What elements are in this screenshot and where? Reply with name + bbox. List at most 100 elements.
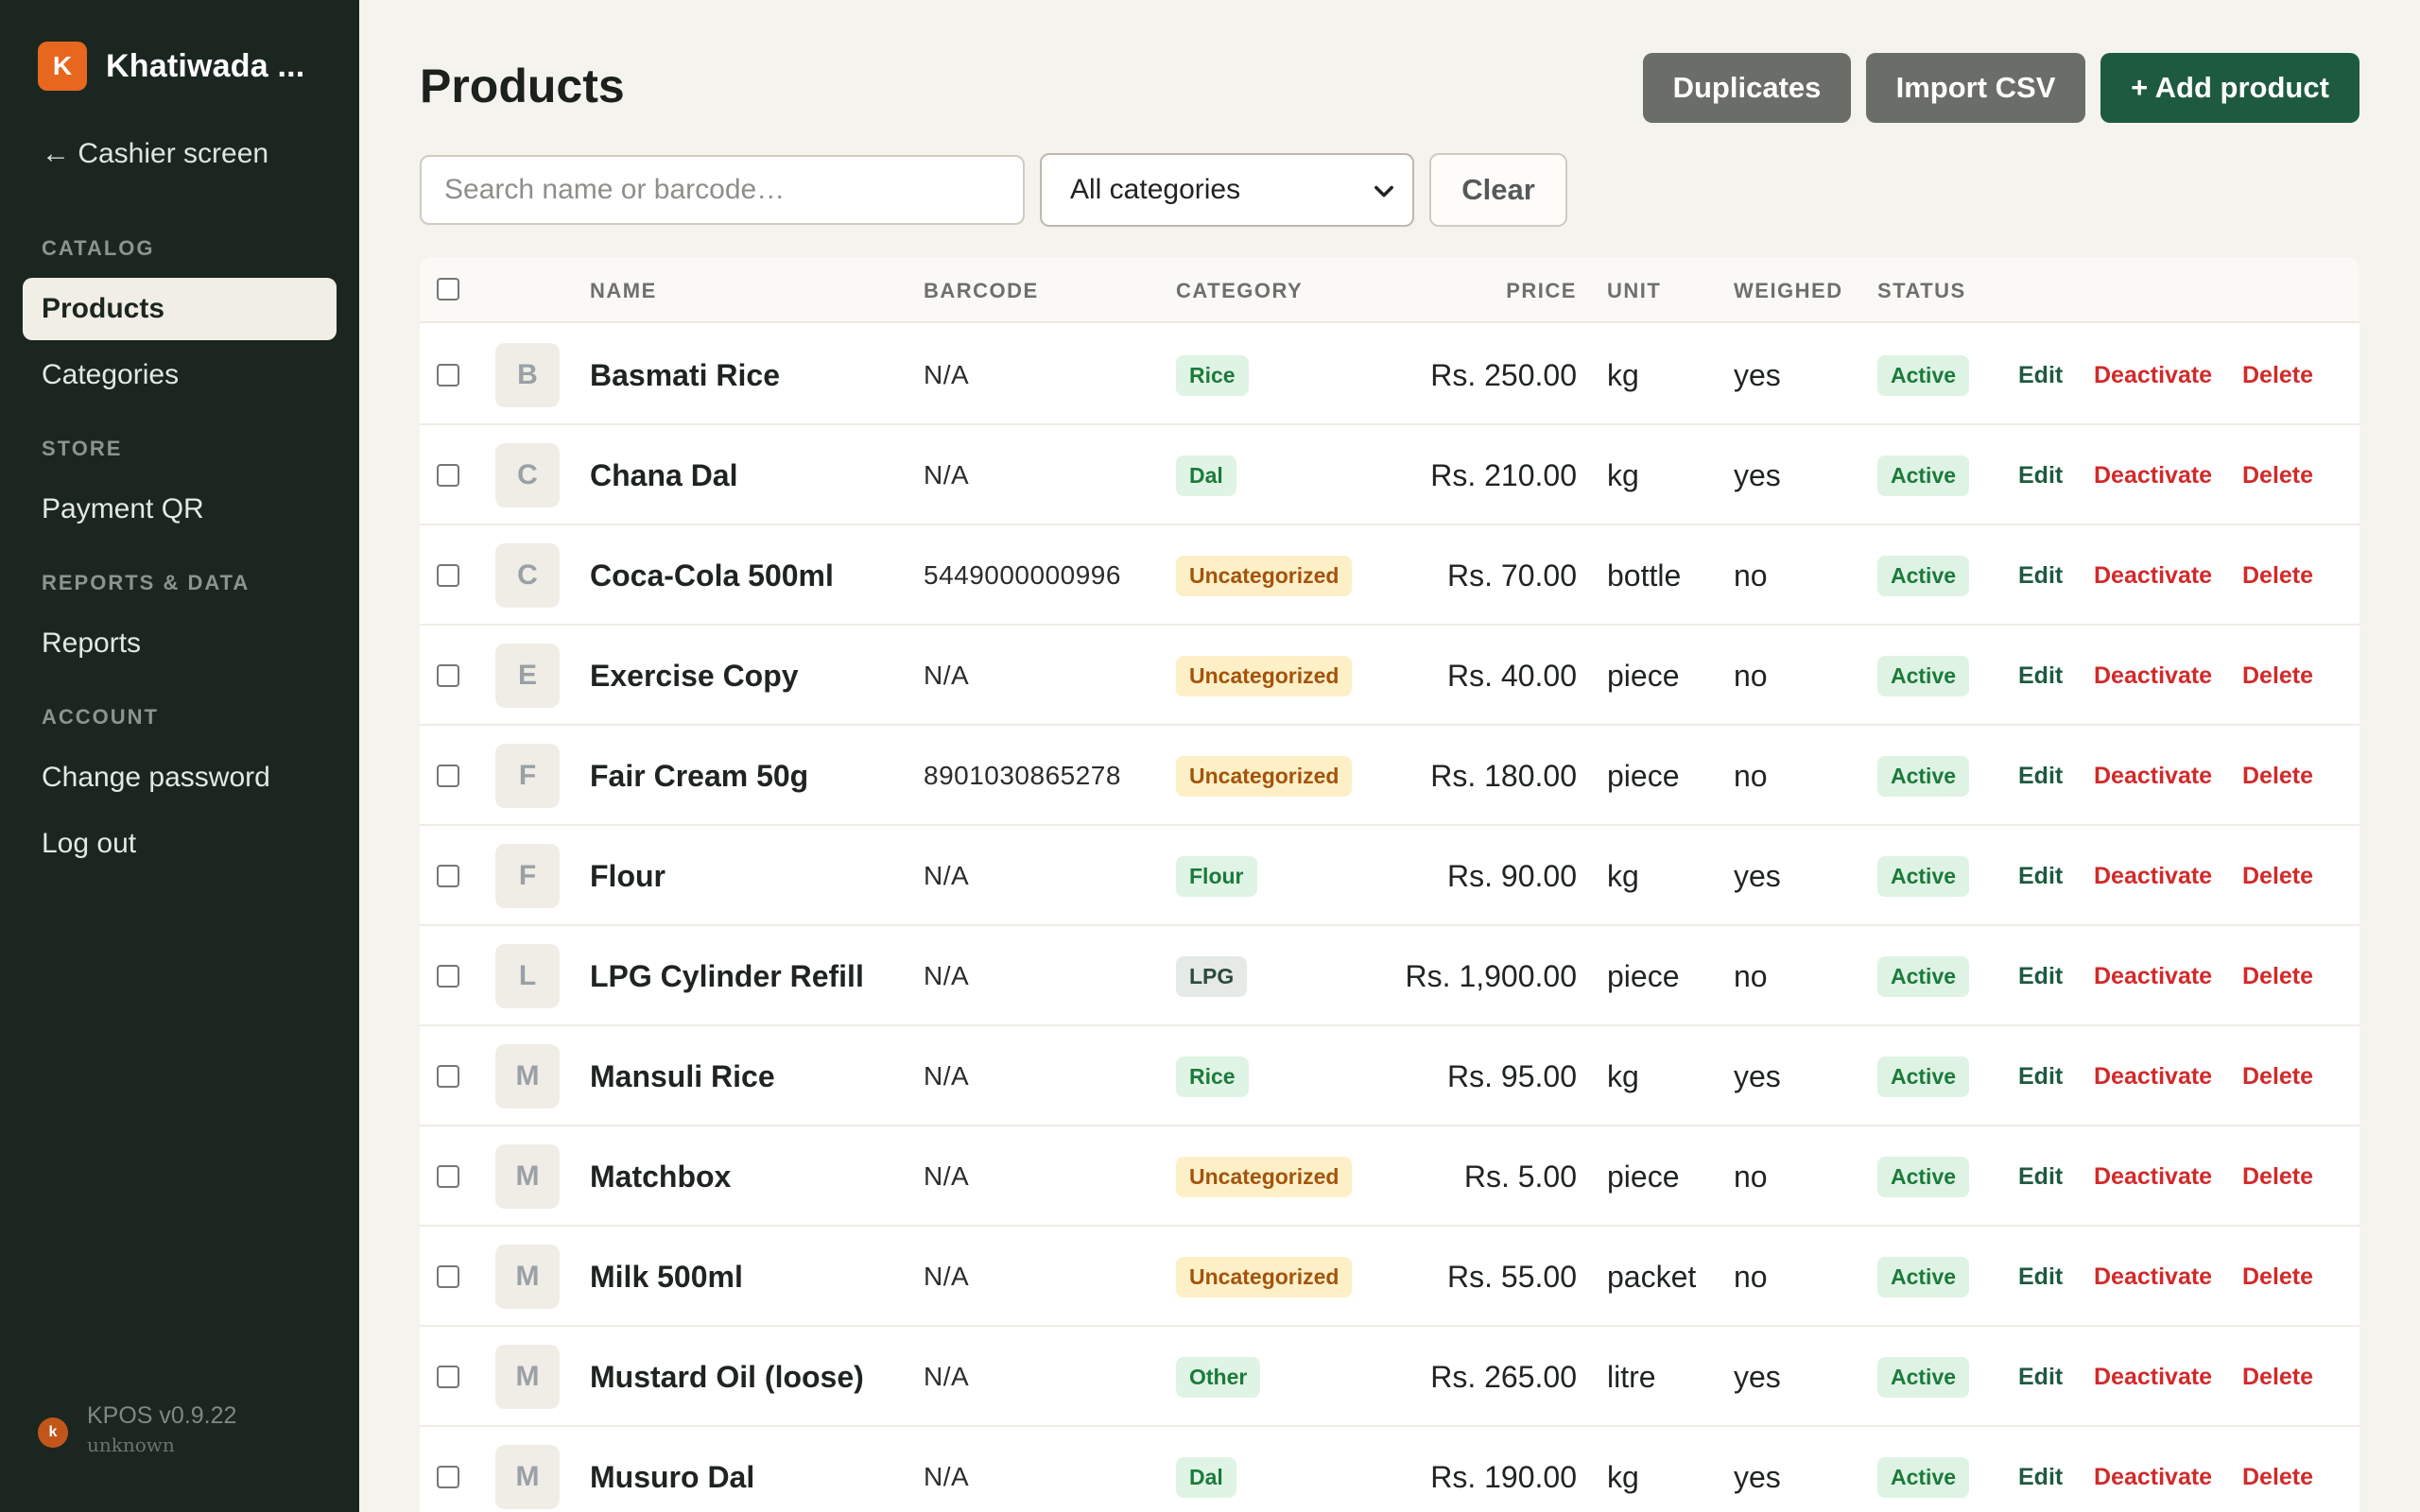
sidebar-item-change-password[interactable]: Change password [23, 747, 337, 809]
column-header-category[interactable]: CATEGORY [1176, 279, 1303, 303]
product-barcode: 8901030865278 [924, 761, 1121, 790]
delete-button[interactable]: Delete [2242, 826, 2313, 926]
sidebar-item-label: Payment QR [42, 493, 204, 524]
delete-button[interactable]: Delete [2242, 1026, 2313, 1126]
delete-button[interactable]: Delete [2242, 1126, 2313, 1227]
deactivate-button[interactable]: Deactivate [2094, 1227, 2212, 1327]
edit-button[interactable]: Edit [2018, 1227, 2063, 1327]
cashier-screen-link[interactable]: ← Cashier screen [42, 138, 268, 170]
row-checkbox[interactable] [437, 1466, 459, 1488]
deactivate-button[interactable]: Deactivate [2094, 525, 2212, 626]
category-select[interactable]: All categories [1040, 153, 1414, 227]
product-barcode: N/A [924, 1462, 970, 1491]
delete-button[interactable]: Delete [2242, 1227, 2313, 1327]
sidebar-item-categories[interactable]: Categories [23, 344, 337, 406]
product-barcode: N/A [924, 661, 970, 690]
row-checkbox[interactable] [437, 765, 459, 787]
product-weighed: no [1734, 1259, 1768, 1294]
column-header-barcode[interactable]: BARCODE [924, 279, 1039, 303]
edit-button[interactable]: Edit [2018, 1126, 2063, 1227]
table-row: C Chana Dal N/A Dal Rs. 210.00 kg yes Active Edi… [420, 425, 2360, 525]
deactivate-button[interactable]: Deactivate [2094, 1126, 2212, 1227]
delete-button[interactable]: Delete [2242, 425, 2313, 525]
column-header-unit[interactable]: UNIT [1607, 279, 1661, 303]
status-badge: Active [1877, 1056, 1970, 1097]
edit-button[interactable]: Edit [2018, 425, 2063, 525]
product-avatar: C [495, 543, 560, 608]
product-avatar: B [495, 343, 560, 407]
product-weighed: yes [1734, 357, 1781, 392]
row-checkbox[interactable] [437, 664, 459, 687]
product-unit: litre [1607, 1359, 1656, 1394]
import-csv-button[interactable]: Import CSV [1866, 53, 2085, 123]
product-price: Rs. 265.00 [1430, 1359, 1577, 1394]
row-checkbox[interactable] [437, 865, 459, 887]
column-header-status[interactable]: STATUS [1877, 279, 1966, 303]
deactivate-button[interactable]: Deactivate [2094, 425, 2212, 525]
product-weighed: yes [1734, 1359, 1781, 1394]
row-checkbox[interactable] [437, 1065, 459, 1088]
deactivate-button[interactable]: Deactivate [2094, 926, 2212, 1026]
search-input[interactable] [420, 155, 1025, 225]
product-avatar: C [495, 443, 560, 507]
edit-button[interactable]: Edit [2018, 1026, 2063, 1126]
product-avatar: E [495, 644, 560, 708]
column-header-weighed[interactable]: WEIGHED [1734, 279, 1843, 303]
brand[interactable]: K Khatiwada ... [38, 42, 304, 91]
row-checkbox[interactable] [437, 965, 459, 988]
column-header-price[interactable]: PRICE [1506, 279, 1577, 303]
row-checkbox[interactable] [437, 1165, 459, 1188]
product-unit: packet [1607, 1259, 1697, 1294]
sidebar-item-log-out[interactable]: Log out [23, 813, 337, 875]
deactivate-button[interactable]: Deactivate [2094, 325, 2212, 425]
sidebar-item-products[interactable]: Products [23, 278, 337, 340]
edit-button[interactable]: Edit [2018, 1427, 2063, 1512]
delete-button[interactable]: Delete [2242, 325, 2313, 425]
edit-button[interactable]: Edit [2018, 726, 2063, 826]
sidebar-item-reports[interactable]: Reports [23, 612, 337, 675]
delete-button[interactable]: Delete [2242, 525, 2313, 626]
sidebar-item-label: Categories [42, 359, 180, 390]
edit-button[interactable]: Edit [2018, 1327, 2063, 1427]
select-all-checkbox[interactable] [437, 278, 459, 301]
deactivate-button[interactable]: Deactivate [2094, 826, 2212, 926]
duplicates-button[interactable]: Duplicates [1643, 53, 1851, 123]
edit-button[interactable]: Edit [2018, 926, 2063, 1026]
edit-button[interactable]: Edit [2018, 525, 2063, 626]
deactivate-button[interactable]: Deactivate [2094, 1026, 2212, 1126]
row-checkbox[interactable] [437, 364, 459, 387]
product-unit: piece [1607, 958, 1680, 993]
add-product-button[interactable]: + Add product [2100, 53, 2360, 123]
column-header-name[interactable]: NAME [590, 279, 657, 303]
delete-button[interactable]: Delete [2242, 1327, 2313, 1427]
product-name: Musuro Dal [590, 1459, 755, 1494]
category-badge: Rice [1176, 354, 1249, 396]
product-weighed: no [1734, 758, 1768, 793]
sidebar-item-payment-qr[interactable]: Payment QR [23, 478, 337, 541]
product-name: Flour [590, 858, 666, 893]
category-badge: Dal [1176, 1456, 1236, 1498]
deactivate-button[interactable]: Deactivate [2094, 1427, 2212, 1512]
deactivate-button[interactable]: Deactivate [2094, 626, 2212, 726]
product-avatar: M [495, 1245, 560, 1309]
deactivate-button[interactable]: Deactivate [2094, 1327, 2212, 1427]
product-avatar: F [495, 744, 560, 808]
product-name: Coca-Cola 500ml [590, 558, 834, 593]
edit-button[interactable]: Edit [2018, 626, 2063, 726]
product-unit: kg [1607, 357, 1639, 392]
edit-button[interactable]: Edit [2018, 325, 2063, 425]
sidebar-item-label: Change password [42, 762, 270, 793]
deactivate-button[interactable]: Deactivate [2094, 726, 2212, 826]
clear-button[interactable]: Clear [1429, 153, 1567, 227]
row-checkbox[interactable] [437, 464, 459, 487]
delete-button[interactable]: Delete [2242, 926, 2313, 1026]
row-checkbox[interactable] [437, 1366, 459, 1388]
delete-button[interactable]: Delete [2242, 1427, 2313, 1512]
edit-button[interactable]: Edit [2018, 826, 2063, 926]
row-checkbox[interactable] [437, 1265, 459, 1288]
delete-button[interactable]: Delete [2242, 626, 2313, 726]
row-checkbox[interactable] [437, 564, 459, 587]
product-avatar: M [495, 1044, 560, 1108]
sidebar-item-label: Products [42, 293, 165, 324]
delete-button[interactable]: Delete [2242, 726, 2313, 826]
